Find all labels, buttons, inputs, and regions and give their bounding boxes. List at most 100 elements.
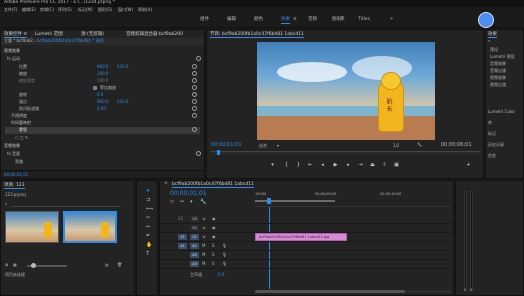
section-lumetri-color[interactable]: Lumetri Color (488, 110, 515, 114)
project-thumbnail-2[interactable] (63, 211, 117, 243)
scrollbar-thumb[interactable] (255, 290, 405, 293)
program-scrub-bar[interactable] (211, 150, 481, 155)
solo-button[interactable]: S (212, 253, 215, 257)
master-volume-value[interactable]: 0.0 (218, 273, 224, 277)
effects-item-video-effects[interactable]: 视频效果 (490, 76, 506, 80)
reset-icon[interactable] (192, 71, 197, 76)
menu-window[interactable]: 窗口(W) (118, 8, 133, 12)
sequence-clip-label[interactable]: bcf9ab200fb1a0c47f6bd81 * 蒸桥 (37, 39, 104, 43)
tab-program-monitor[interactable]: 节目: bcf9ab200fb1a0c47f6bd81 1abcd11 (210, 31, 304, 38)
search-icon[interactable]: ⌕ (488, 39, 490, 43)
workspace-tab-effects[interactable]: 效果 (281, 17, 290, 24)
menu-help[interactable]: 帮助(H) (138, 8, 152, 12)
workspace-tab-editing[interactable]: 编辑 (227, 17, 236, 23)
track-source-patch[interactable]: A1 (178, 243, 187, 249)
go-to-out-icon[interactable]: ⇥ (357, 162, 364, 169)
snap-icon[interactable]: ⊂ (170, 200, 174, 205)
workspace-tab-audio[interactable]: 音频 (308, 17, 317, 23)
add-marker-icon[interactable]: ▾ (269, 162, 276, 169)
new-item-icon[interactable]: ▤ (105, 263, 109, 267)
param-value-y[interactable]: 540.0 (117, 65, 128, 69)
footer-timecode[interactable]: 00;00;01;01 (4, 173, 28, 177)
volume-effect-label[interactable]: fx 音量 (7, 152, 20, 156)
param-value-y[interactable]: 540.0 (117, 100, 128, 104)
dropdown-chevron-icon[interactable]: ▾ (277, 144, 279, 148)
project-zoom-slider[interactable] (27, 263, 67, 268)
tab-source[interactable]: 源:(无剪辑) (81, 31, 104, 37)
param-value-x[interactable]: 960.0 (97, 100, 108, 104)
playhead-marker[interactable] (267, 198, 271, 204)
reset-icon[interactable] (192, 99, 197, 104)
type-tool-icon[interactable]: T (146, 252, 149, 257)
menu-file[interactable]: 文件(F) (4, 8, 17, 12)
reset-icon[interactable] (192, 92, 197, 97)
program-timecode-current[interactable]: 00;00;01;01 (211, 143, 242, 148)
mark-out-icon[interactable]: } (295, 162, 302, 169)
mask-tool-icons[interactable]: ○ □ ✎ (15, 136, 28, 140)
track-label[interactable]: V2 (190, 225, 199, 231)
extract-icon[interactable]: ⇪ (381, 162, 388, 169)
play-icon[interactable]: ▶ (331, 162, 340, 169)
reset-icon[interactable] (192, 64, 197, 69)
track-target-label[interactable]: V1 (178, 217, 183, 221)
param-value[interactable]: 0.0 (97, 93, 103, 97)
menu-marker[interactable]: 标记(M) (78, 8, 93, 12)
workspace-overflow-icon[interactable]: » (390, 17, 393, 22)
reset-icon[interactable] (192, 113, 197, 118)
workspace-tab-titles[interactable]: Titles (358, 17, 370, 23)
reset-icon[interactable] (196, 151, 201, 156)
mute-button[interactable]: M (202, 253, 205, 257)
timeline-horizontal-scrollbar[interactable] (255, 290, 451, 293)
section-history[interactable]: 历史记录 (488, 143, 504, 147)
wrench-icon[interactable]: 🔧 (417, 143, 422, 147)
slider-handle[interactable] (31, 263, 36, 268)
selection-tool-icon[interactable]: ➤ (146, 189, 150, 194)
add-button-icon[interactable]: + (465, 162, 472, 169)
section-markers[interactable]: 标记 (488, 132, 496, 136)
effects-item-lumetri-presets[interactable]: Lumetri 预设 (490, 55, 515, 59)
step-forward-icon[interactable]: ▸ (345, 162, 352, 169)
program-fit-dropdown[interactable]: 适合 (259, 144, 267, 148)
eye-icon[interactable]: ◉ (212, 235, 216, 239)
microphone-icon[interactable]: 🎙 (222, 253, 227, 257)
uniform-scale-checkbox[interactable] (93, 86, 97, 90)
sync-lock-icon[interactable]: ⇲ (202, 235, 205, 239)
icon-view-icon[interactable]: ▦ (13, 263, 17, 267)
timeline-clip[interactable]: bcf9ab200fb1a0c47f6bd81 1abcd11.jpg (255, 233, 347, 241)
menu-clip[interactable]: 剪辑(C) (40, 8, 54, 12)
microphone-icon[interactable]: 🎙 (222, 244, 227, 248)
track-source-patch[interactable]: V1 (178, 234, 187, 240)
track-label[interactable]: A2 (190, 252, 199, 258)
track-select-tool-icon[interactable]: ⇉ (146, 198, 150, 203)
solo-button[interactable]: S (464, 288, 466, 293)
project-thumbnail-1[interactable] (5, 211, 59, 243)
workspace-tab-libraries[interactable]: 库 (340, 17, 345, 23)
param-value[interactable]: 100.0 (97, 72, 108, 76)
tab-effect-controls[interactable]: 效果控件 ≡ (4, 31, 28, 38)
program-resolution-dropdown[interactable]: 1/2 (393, 144, 399, 148)
search-input[interactable] (11, 201, 121, 207)
tab-project[interactable]: 项目: 123 (4, 182, 25, 189)
eye-icon[interactable]: ◉ (212, 226, 216, 230)
reset-icon[interactable] (196, 56, 201, 61)
tab-timeline-sequence[interactable]: bcf9ab200fb1a0c47f6bd81 1abcd11 (172, 182, 254, 188)
track-label[interactable]: A1 (190, 243, 199, 249)
workspace-menu-icon[interactable]: ≡ (293, 17, 297, 23)
blue-circle-badge[interactable] (478, 12, 494, 28)
trash-icon[interactable]: 🗑 (117, 263, 122, 267)
solo-button[interactable]: S (470, 288, 472, 293)
go-to-in-icon[interactable]: ⇤ (307, 162, 314, 169)
solo-button[interactable]: S (212, 244, 215, 248)
pen-tool-icon[interactable]: ✒ (146, 234, 150, 239)
solo-button[interactable]: S (212, 262, 215, 266)
section-info[interactable]: 信息 (488, 154, 496, 158)
effects-item-presets[interactable]: 预设 (490, 48, 498, 52)
track-label[interactable]: A3 (190, 261, 199, 267)
microphone-icon[interactable]: 🎙 (222, 262, 227, 266)
workspace-tab-assembly[interactable]: 组件 (200, 17, 209, 23)
mark-in-icon[interactable]: { (283, 162, 290, 169)
track-label[interactable]: V1 (190, 234, 199, 240)
close-icon[interactable]: × (164, 181, 168, 187)
wrench-icon[interactable]: 🔧 (200, 200, 206, 205)
param-value-x[interactable]: 960.0 (97, 65, 108, 69)
